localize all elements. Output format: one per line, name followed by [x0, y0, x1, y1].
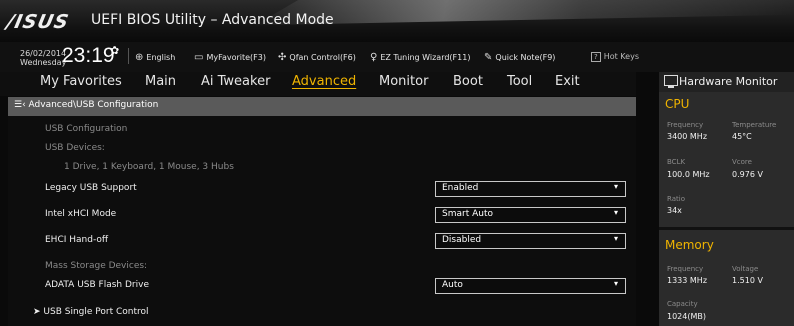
- adata-flash-label: ADATA USB Flash Drive: [45, 280, 149, 290]
- tab-main[interactable]: Main: [145, 74, 176, 89]
- tab-monitor[interactable]: Monitor: [379, 74, 428, 89]
- monitor-icon: [664, 75, 678, 88]
- hardware-monitor-title: Hardware Monitor: [679, 75, 778, 88]
- cpu-frequency-label: Frequency: [667, 121, 704, 129]
- memory-frequency-label: Frequency: [667, 265, 704, 273]
- divider: [659, 227, 794, 230]
- favorite-window-icon: ▭: [194, 52, 204, 63]
- language-label: English: [146, 53, 176, 62]
- ez-tuning-button[interactable]: ♀ EZ Tuning Wizard(F11): [370, 52, 470, 63]
- myfavorite-button[interactable]: ▭ MyFavorite(F3): [194, 52, 266, 63]
- hot-keys-button[interactable]: ? Hot Keys: [591, 52, 639, 62]
- usb-devices-label: USB Devices:: [45, 143, 105, 153]
- globe-icon: ⊕: [135, 52, 144, 63]
- bclk-value: 100.0 MHz: [667, 170, 710, 179]
- qfan-button[interactable]: ✣ Qfan Control(F6): [278, 52, 356, 63]
- date-value: 26/02/2014: [20, 49, 67, 58]
- hot-keys-label: Hot Keys: [603, 52, 639, 61]
- breadcrumb-path: ☰‹ Advanced\USB Configuration: [14, 100, 159, 110]
- memory-capacity-label: Capacity: [667, 300, 698, 308]
- vcore-value: 0.976 V: [732, 170, 763, 179]
- cpu-temperature-label: Temperature: [732, 121, 777, 129]
- xhci-mode-dropdown[interactable]: Smart Auto ▾: [435, 207, 626, 223]
- memory-voltage-value: 1.510 V: [732, 276, 763, 285]
- help-icon: ?: [591, 52, 601, 62]
- bulb-icon: ♀: [370, 52, 378, 63]
- chevron-right-icon: ➤: [33, 307, 44, 317]
- ratio-value: 34x: [667, 206, 682, 215]
- vcore-label: Vcore: [732, 158, 752, 166]
- legacy-usb-label: Legacy USB Support: [45, 183, 137, 193]
- mass-storage-label: Mass Storage Devices:: [45, 261, 148, 271]
- ez-tuning-label: EZ Tuning Wizard(F11): [380, 53, 471, 62]
- bclk-label: BCLK: [667, 158, 686, 166]
- usb-single-port-label: USB Single Port Control: [43, 307, 149, 317]
- myfavorite-label: MyFavorite(F3): [206, 53, 266, 62]
- usb-single-port-link[interactable]: ➤ USB Single Port Control: [33, 307, 149, 317]
- tab-boot[interactable]: Boot: [453, 74, 483, 89]
- language-button[interactable]: ⊕ English: [135, 52, 175, 63]
- day-value: Wednesday: [20, 58, 67, 67]
- adata-flash-dropdown[interactable]: Auto ▾: [435, 278, 626, 294]
- legacy-usb-value: Enabled: [442, 183, 479, 193]
- memory-capacity-value: 1024(MB): [667, 312, 706, 321]
- cpu-temperature-value: 45°C: [732, 132, 752, 141]
- app-title: UEFI BIOS Utility – Advanced Mode: [91, 12, 334, 28]
- menu-back-icon: ☰‹: [14, 100, 29, 110]
- quick-note-label: Quick Note(F9): [495, 53, 556, 62]
- xhci-mode-value: Smart Auto: [442, 209, 493, 219]
- chevron-down-icon: ▾: [613, 182, 618, 191]
- tab-advanced[interactable]: Advanced: [292, 74, 356, 89]
- ehci-handoff-label: EHCI Hand-off: [45, 235, 109, 245]
- cpu-frequency-value: 3400 MHz: [667, 132, 708, 141]
- tab-my-favorites[interactable]: My Favorites: [40, 74, 122, 89]
- xhci-mode-label: Intel xHCI Mode: [45, 209, 117, 219]
- gear-icon[interactable]: ✿: [110, 44, 119, 57]
- tab-exit[interactable]: Exit: [555, 74, 580, 89]
- asus-logo: /ISUS: [4, 11, 72, 33]
- divider: [128, 48, 129, 64]
- tab-ai-tweaker[interactable]: Ai Tweaker: [201, 74, 270, 89]
- chevron-down-icon: ▾: [613, 208, 618, 217]
- clock[interactable]: 23:19: [62, 44, 115, 68]
- memory-heading: Memory: [665, 238, 714, 252]
- breadcrumb[interactable]: ☰‹ Advanced\USB Configuration: [8, 97, 636, 116]
- memory-frequency-value: 1333 MHz: [667, 276, 708, 285]
- quick-note-button[interactable]: ✎ Quick Note(F9): [484, 52, 555, 63]
- usb-configuration-heading: USB Configuration: [45, 124, 128, 134]
- ehci-handoff-value: Disabled: [442, 235, 482, 245]
- note-icon: ✎: [484, 52, 493, 63]
- legacy-usb-dropdown[interactable]: Enabled ▾: [435, 181, 626, 197]
- chevron-down-icon: ▾: [613, 234, 618, 243]
- chevron-down-icon: ▾: [613, 279, 618, 288]
- ehci-handoff-dropdown[interactable]: Disabled ▾: [435, 233, 626, 249]
- date-display: 26/02/2014 Wednesday: [20, 49, 66, 67]
- cpu-heading: CPU: [665, 97, 690, 111]
- qfan-label: Qfan Control(F6): [289, 53, 356, 62]
- adata-flash-value: Auto: [442, 280, 463, 290]
- ratio-label: Ratio: [667, 195, 685, 203]
- title-sheen: [255, 0, 794, 26]
- tab-tool[interactable]: Tool: [507, 74, 532, 89]
- fan-icon: ✣: [278, 52, 287, 63]
- usb-devices-value: 1 Drive, 1 Keyboard, 1 Mouse, 3 Hubs: [64, 162, 234, 172]
- memory-voltage-label: Voltage: [732, 265, 759, 273]
